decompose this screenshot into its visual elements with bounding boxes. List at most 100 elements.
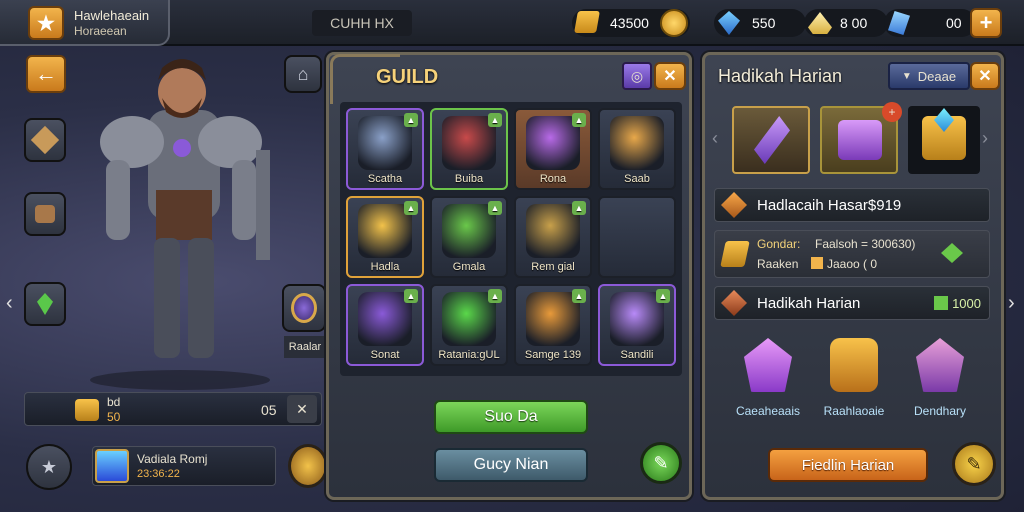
ring-slot-button[interactable] (282, 284, 326, 332)
hero-badge[interactable]: ★ Hawlehaeain Horaeean (0, 0, 170, 46)
guild-item-3[interactable]: Saab (598, 108, 676, 190)
purple-orb-icon (291, 293, 317, 323)
event-timer: 23:36:22 (137, 468, 180, 480)
crystal-counter: 8 00 (804, 9, 888, 37)
close-guild-button[interactable]: ✕ (654, 62, 686, 90)
daily-title: Hadikah Harian (718, 66, 843, 86)
guild-item-label: Rem gial (531, 261, 575, 273)
blue-gem-icon (718, 11, 740, 35)
prev-arrow-icon[interactable]: ‹ (6, 292, 13, 315)
guild-item-9[interactable]: Ratania:gUL ▲ (430, 284, 508, 366)
reward-label: Raahlaoaie (823, 404, 885, 418)
star-rank-button[interactable]: ★ (26, 444, 72, 490)
guild-item-label: Ratania:gUL (438, 349, 500, 361)
stat-value: 50 (107, 410, 121, 424)
stat-right: 05 (261, 402, 277, 418)
next-arrow-icon[interactable]: › (1008, 292, 1015, 315)
level-badge-icon: ▲ (572, 113, 586, 127)
gold-bar-icon (574, 11, 600, 33)
guild-item-4[interactable]: Hadla ▲ (346, 196, 424, 278)
guild-item-label: Saab (624, 173, 650, 185)
info-button[interactable]: ◎ (622, 62, 652, 90)
scroll-icon (30, 125, 60, 155)
purple-cannon-icon (838, 120, 882, 160)
daily-row-3[interactable]: Hadikah Harian 1000 (714, 286, 990, 320)
green-gem-icon (941, 243, 963, 263)
amber-gem-icon (721, 192, 747, 218)
small-gem-icon (934, 296, 949, 310)
reward-item-0[interactable]: Caeaheaais (726, 334, 810, 424)
lightning-icon (95, 449, 129, 483)
level-badge-icon: ▲ (488, 289, 502, 303)
guild-item-label: Scatha (367, 173, 403, 185)
coin-button[interactable] (288, 444, 328, 488)
side-label: Raalar (284, 336, 326, 358)
star-icon: ★ (28, 6, 64, 40)
coin-icon (660, 9, 688, 37)
reward-item-2[interactable]: Dendhary (898, 334, 982, 424)
armor-slot-button[interactable] (24, 118, 66, 162)
guild-item-11[interactable]: Sandili ▲ (598, 284, 676, 366)
level-badge-icon: ▲ (404, 289, 418, 303)
reward-item-1[interactable]: Raahlaoaie (812, 334, 896, 424)
row2-b: Faalsoh = 300630) (815, 237, 916, 251)
guild-item-label: Hadla (370, 261, 400, 273)
screen-title: CUHH HX (312, 10, 412, 36)
guild-item-8[interactable]: Sonat ▲ (346, 284, 424, 366)
add-currency-button[interactable]: + (970, 8, 1002, 38)
guild-item-10[interactable]: Samge 139 ▲ (514, 284, 592, 366)
daily-row-2[interactable]: Gondar: Faalsoh = 300630) Raaken Jaaoo (… (714, 230, 990, 278)
empty-slot (610, 204, 664, 258)
guild-item-0[interactable]: Scatha ▲ (346, 108, 424, 190)
guild-secondary-button[interactable]: Gucy Nian (434, 448, 588, 482)
row2-c: Raaken (757, 257, 799, 271)
blue-shard-icon (888, 11, 910, 35)
reward-slot-1[interactable] (732, 106, 810, 174)
event-bar[interactable]: Vadiala Romj 23:36:22 (92, 446, 276, 486)
hero-subtitle: Horaeean (74, 24, 127, 38)
guild-item-label: Sandili (620, 349, 654, 361)
hero-name: Hawlehaeain (74, 8, 150, 23)
daily-tab[interactable]: ▼ Deaae (888, 62, 970, 90)
treasure-icon (75, 399, 99, 421)
guild-primary-button[interactable]: Suo Da (434, 400, 588, 434)
gold-value: 43500 (610, 15, 649, 31)
guild-item-2[interactable]: Rona ▲ (514, 108, 592, 190)
daily-row-1[interactable]: Hadlacaih Hasar$919 (714, 188, 990, 222)
guild-item-label: Sonat (370, 349, 400, 361)
row3-label: Hadikah Harian (757, 294, 861, 312)
row2-d: Jaaoo ( 0 (827, 257, 878, 271)
purple-staff-icon (754, 116, 790, 164)
row1-label: Hadlacaih Hasar$919 (757, 196, 902, 214)
guild-title: GUILD (376, 66, 439, 88)
shard-counter: 00 (884, 9, 976, 37)
level-badge-icon: ▲ (404, 201, 418, 215)
red-gem-icon (721, 290, 747, 316)
stat-label: bd (107, 395, 121, 409)
guild-item-7 (598, 196, 676, 278)
carousel-prev-icon[interactable]: ‹ (712, 128, 718, 149)
reward-slot-3[interactable] (908, 106, 980, 174)
gem-slot-button[interactable] (24, 282, 66, 326)
gold-bar-icon (720, 241, 750, 267)
daily-confirm-icon[interactable]: ✎ (952, 442, 996, 486)
settings-icon[interactable]: ✕ (287, 395, 317, 423)
bonus-badge-icon: + (882, 102, 902, 122)
level-badge-icon: ▲ (488, 201, 502, 215)
guild-item-6[interactable]: Rem gial ▲ (514, 196, 592, 278)
carousel-next-icon[interactable]: › (982, 128, 988, 149)
guild-confirm-icon[interactable]: ✎ (640, 442, 682, 484)
crystal-value: 8 00 (840, 15, 868, 31)
guild-item-label: Samge 139 (524, 349, 582, 361)
guild-item-label: Gmala (452, 261, 486, 273)
back-button[interactable]: ← (26, 55, 66, 93)
bag-slot-button[interactable] (24, 192, 66, 236)
reward-slot-2[interactable]: + (820, 102, 902, 174)
guild-item-5[interactable]: Gmala ▲ (430, 196, 508, 278)
daily-claim-button[interactable]: Fiedlin Harian (768, 448, 928, 482)
gold-counter: 43500 (572, 9, 690, 37)
event-name: Vadiala Romj (137, 452, 208, 466)
purple-potion-icon (744, 338, 792, 392)
close-daily-button[interactable]: ✕ (970, 62, 1000, 90)
guild-item-1[interactable]: Buiba ▲ (430, 108, 508, 190)
